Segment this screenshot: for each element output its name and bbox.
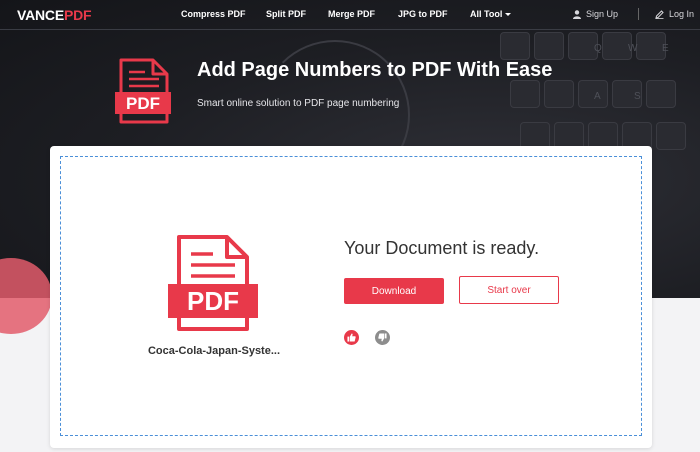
- nav-item-compress-pdf[interactable]: Compress PDF: [181, 9, 246, 19]
- result-card: PDF Coca-Cola-Japan-Syste... Your Docume…: [50, 146, 652, 448]
- user-icon: [573, 9, 581, 19]
- nav-item-all-tool-label: All Tool: [470, 9, 503, 19]
- signup-link[interactable]: Sign Up: [573, 9, 618, 19]
- page-title: Add Page Numbers to PDF With Ease: [197, 59, 553, 81]
- thumbs-up-button[interactable]: [344, 330, 359, 345]
- nav-item-merge-pdf[interactable]: Merge PDF: [328, 9, 375, 19]
- download-button[interactable]: Download: [344, 278, 444, 304]
- login-link[interactable]: Log In: [655, 9, 694, 19]
- pencil-icon: [655, 9, 664, 19]
- file-name: Coca-Cola-Japan-Syste...: [147, 345, 281, 357]
- nav-item-all-tool[interactable]: All Tool: [470, 9, 512, 19]
- page-subtitle: Smart online solution to PDF page number…: [197, 98, 400, 109]
- logo-text-vance: VANCE: [17, 7, 64, 23]
- nav-item-jpg-to-pdf[interactable]: JPG to PDF: [398, 9, 448, 19]
- ready-message: Your Document is ready.: [344, 238, 540, 258]
- login-label: Log In: [669, 9, 695, 19]
- nav-divider: [638, 8, 639, 20]
- pdf-file-icon: PDF: [115, 58, 171, 124]
- start-over-button[interactable]: Start over: [459, 276, 559, 304]
- hero-icon-label: PDF: [126, 94, 160, 113]
- file-icon-label: PDF: [187, 286, 239, 316]
- signup-label: Sign Up: [586, 9, 619, 19]
- chevron-down-icon: [505, 13, 512, 17]
- nav-item-split-pdf[interactable]: Split PDF: [266, 9, 306, 19]
- thumbs-up-icon: [347, 333, 356, 342]
- thumbs-down-button[interactable]: [375, 330, 390, 345]
- thumbs-down-icon: [378, 333, 387, 342]
- top-navigation: VANCEPDF Compress PDF Split PDF Merge PD…: [0, 0, 700, 30]
- document-pdf-icon: PDF: [168, 235, 258, 331]
- vancepdf-logo[interactable]: VANCEPDF: [17, 7, 92, 23]
- logo-text-pdf: PDF: [63, 7, 92, 23]
